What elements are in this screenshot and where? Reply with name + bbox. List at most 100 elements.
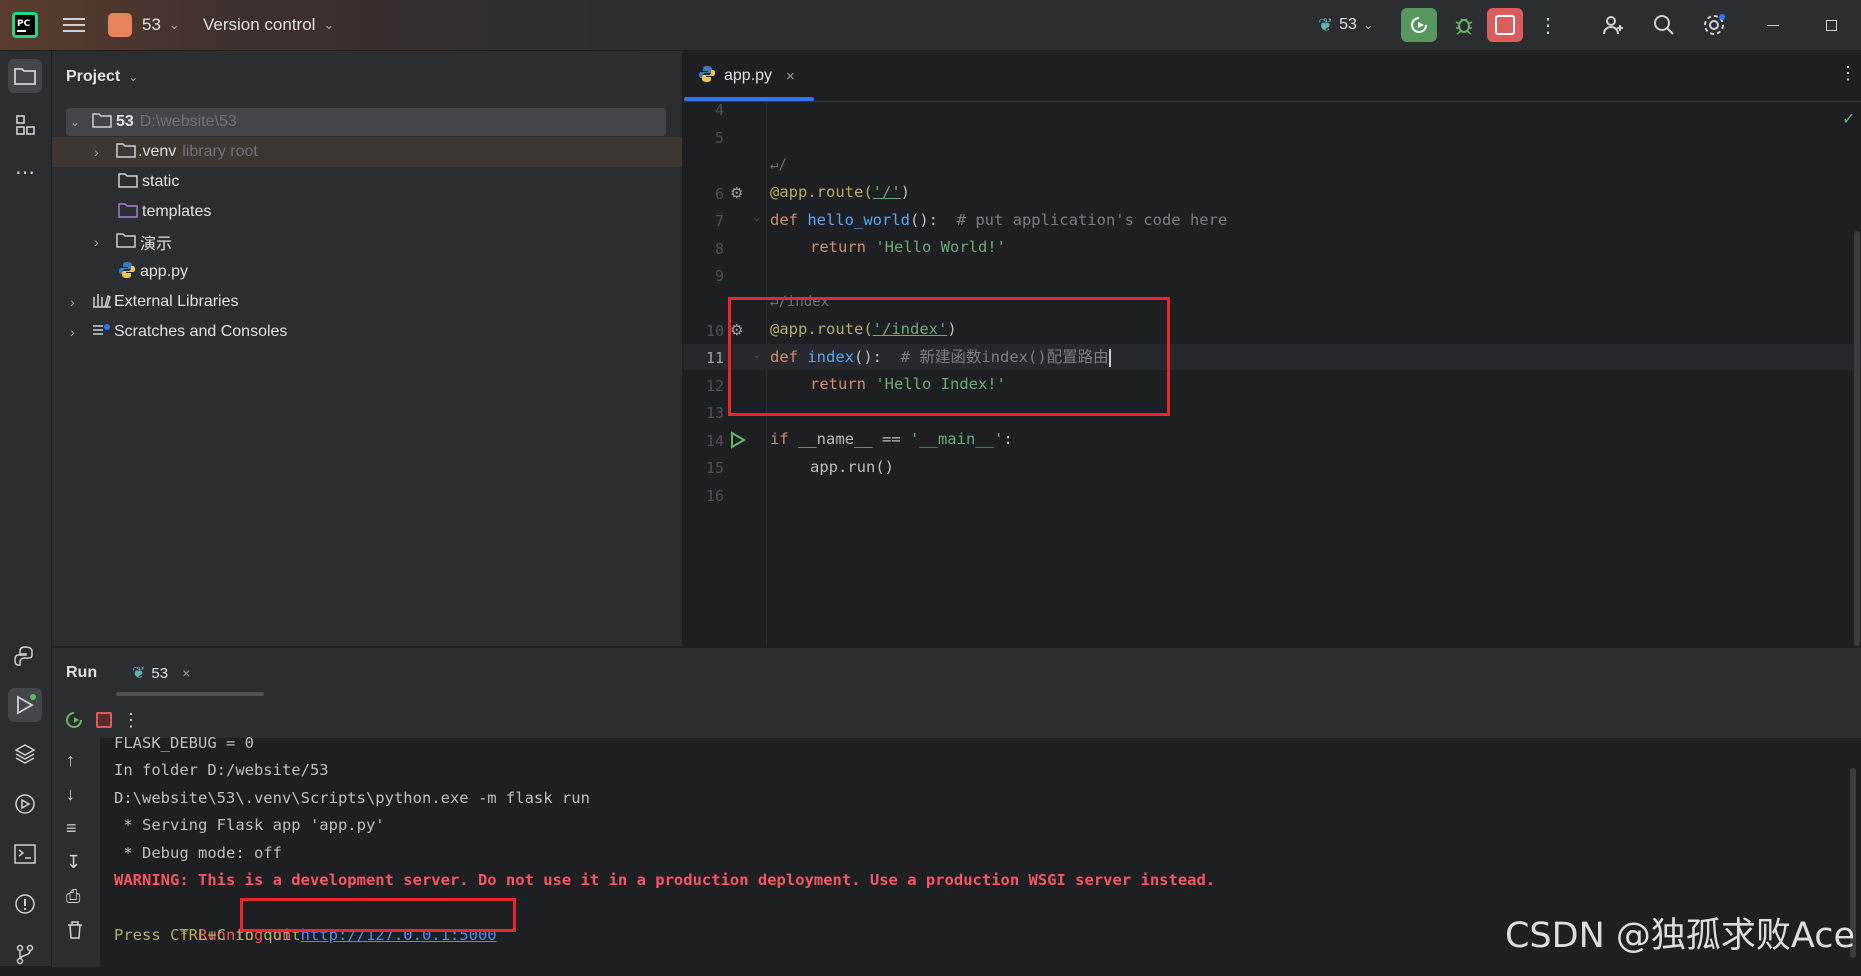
code-line-14[interactable]: if __name__ == '__main__':	[770, 426, 1013, 452]
version-control-label: Version control	[203, 15, 316, 34]
title-bar: PC 53 ⌄ Version control ⌄ ❦ 53 ⌄ ⋮	[0, 0, 1861, 51]
code-token: if	[770, 430, 798, 448]
structure-icon[interactable]	[8, 108, 42, 142]
close-tab-icon[interactable]: ×	[786, 68, 795, 85]
restore-window-icon[interactable]	[1818, 12, 1844, 38]
tree-item-app-py[interactable]: app.py	[118, 257, 188, 287]
settings-gear-icon[interactable]	[1699, 10, 1729, 40]
run-tool-icon[interactable]	[8, 688, 42, 722]
run-gutter-icon[interactable]	[730, 431, 746, 454]
rerun-icon	[1411, 17, 1427, 33]
run-panel-title: Run	[66, 664, 98, 681]
chevron-down-icon: ⌄	[168, 17, 180, 32]
project-panel: Project ⌄ ⌄ 53 D:\website\53 › .venv lib…	[52, 51, 682, 646]
terminal-icon[interactable]	[8, 837, 42, 871]
code-token: return	[810, 238, 876, 256]
line-number: 11	[705, 349, 724, 367]
code-token: :	[1003, 430, 1013, 448]
pycharm-logo-icon[interactable]: PC	[12, 12, 38, 38]
services-icon[interactable]	[8, 787, 42, 821]
chevron-right-icon: ›	[70, 294, 75, 310]
rerun-icon[interactable]	[62, 708, 86, 732]
tree-item-label: app.py	[140, 263, 189, 280]
tree-item-demo[interactable]: › 演示	[94, 227, 172, 257]
tree-item-label: 53	[116, 113, 134, 130]
line-number: 9	[714, 267, 724, 285]
editor-more-icon[interactable]: ⋮	[1839, 63, 1857, 84]
stop-icon[interactable]	[92, 708, 116, 732]
chevron-down-icon: ⌄	[70, 115, 81, 129]
tree-item-venv[interactable]: › .venv library root	[94, 137, 258, 167]
flask-icon: ❦	[1318, 14, 1334, 35]
chevron-right-icon: ›	[94, 234, 99, 250]
endpoint-gutter-icon[interactable]: ⚙	[730, 184, 743, 202]
code-line-15[interactable]: app.run()	[810, 454, 894, 480]
trash-icon[interactable]	[66, 920, 84, 945]
add-user-icon[interactable]	[1598, 10, 1628, 40]
editor-tab-label: app.py	[724, 67, 773, 84]
run-config-name: 53	[1339, 16, 1357, 33]
line-number: 15	[705, 459, 724, 477]
project-name: 53	[142, 15, 161, 34]
main-menu-icon[interactable]	[60, 12, 88, 38]
stop-button[interactable]	[1487, 8, 1523, 42]
run-tab[interactable]: ❦ 53 ×	[132, 660, 190, 686]
more-actions-icon[interactable]: ⋮	[122, 708, 140, 732]
close-tab-icon[interactable]: ×	[182, 665, 190, 681]
search-icon[interactable]	[1649, 10, 1679, 40]
tree-item-scratches[interactable]: › Scratches and Consoles	[70, 317, 287, 347]
scratches-icon	[92, 322, 112, 343]
scroll-to-end-icon[interactable]: ↧	[66, 852, 81, 873]
project-panel-title: Project	[66, 68, 121, 85]
project-panel-header[interactable]: Project ⌄	[66, 65, 138, 89]
code-line-7[interactable]: def hello_world(): # put application's c…	[770, 207, 1227, 233]
tree-item-external-libraries[interactable]: › External Libraries	[70, 287, 239, 317]
python-file-icon	[118, 261, 136, 284]
folder-icon	[92, 112, 112, 133]
line-number: 14	[705, 432, 724, 450]
debug-button[interactable]	[1447, 8, 1481, 42]
run-config-selector[interactable]: ❦ 53 ⌄	[1318, 12, 1374, 38]
tree-item-root[interactable]: ⌄ 53 D:\website\53	[70, 107, 237, 137]
chevron-right-icon: ›	[94, 144, 99, 160]
run-tab-underline	[116, 692, 264, 696]
code-comment: # put application's code here	[956, 211, 1228, 229]
fold-icon[interactable]: ⌄	[752, 211, 761, 224]
code-token: 'Hello World!'	[875, 238, 1006, 256]
code-token: hello_world	[807, 211, 910, 229]
tree-item-templates[interactable]: templates	[118, 197, 211, 227]
annotation-highlight-box	[240, 898, 516, 932]
layers-icon[interactable]	[8, 737, 42, 771]
python-console-icon[interactable]	[8, 639, 42, 673]
version-control-menu[interactable]: Version control ⌄	[203, 12, 334, 38]
line-number: 16	[705, 487, 724, 505]
folder-icon	[116, 142, 136, 163]
tree-item-label: static	[142, 173, 180, 190]
scroll-down-icon[interactable]: ↓	[66, 784, 75, 805]
folder-icon	[118, 172, 138, 193]
route-hint[interactable]: ↵/	[770, 152, 787, 178]
console-warning-line: WARNING: This is a development server. D…	[114, 871, 1216, 889]
editor-tab-app-py[interactable]: app.py ×	[698, 63, 795, 89]
print-icon[interactable]: ⎙	[66, 886, 80, 907]
project-folder-icon[interactable]	[8, 59, 42, 93]
line-number: 10	[705, 322, 724, 340]
rerun-button[interactable]	[1401, 8, 1437, 42]
tree-item-static[interactable]: static	[118, 167, 179, 197]
scroll-up-icon[interactable]: ↑	[66, 750, 75, 771]
more-tools-icon[interactable]: ⋯	[8, 155, 42, 189]
line-number: 13	[705, 404, 724, 422]
project-switcher[interactable]: 53 ⌄	[108, 12, 180, 38]
code-line-8[interactable]: return 'Hello World!'	[810, 234, 1006, 260]
chevron-right-icon: ›	[70, 324, 75, 340]
code-token: def	[770, 211, 808, 229]
tree-item-path: D:\website\53	[139, 113, 237, 130]
soft-wrap-icon[interactable]: ≡	[66, 818, 77, 839]
no-problems-check-icon[interactable]: ✓	[1842, 109, 1855, 129]
minimize-window-icon[interactable]	[1760, 12, 1786, 38]
more-actions-icon[interactable]: ⋮	[1538, 12, 1558, 38]
problems-icon[interactable]	[8, 887, 42, 921]
code-line-6[interactable]: @app.route('/')	[770, 179, 910, 205]
code-token: __name__ ==	[798, 430, 910, 448]
editor-scrollbar[interactable]	[1854, 231, 1860, 646]
